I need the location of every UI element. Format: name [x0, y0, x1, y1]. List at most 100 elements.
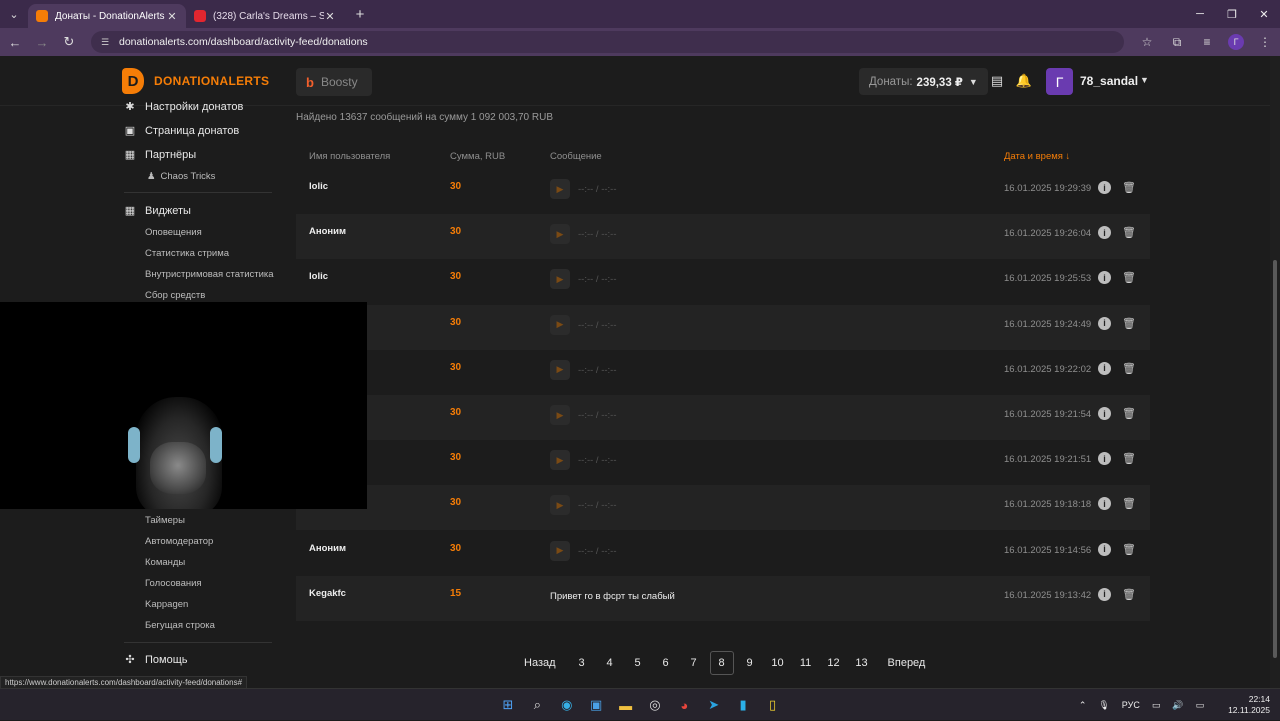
prev-page-button[interactable]: Назад — [514, 651, 566, 675]
sidebar-subitem-stream-stats[interactable]: Статистика стрима — [145, 248, 229, 259]
tab-search-icon[interactable]: ⌄ — [0, 0, 28, 28]
browser-menu-icon[interactable]: ⋮ — [1250, 30, 1280, 54]
close-tab-icon[interactable]: ✕ — [324, 10, 336, 23]
minimize-icon[interactable]: ─ — [1184, 0, 1216, 28]
back-icon[interactable]: ← — [3, 30, 27, 54]
page-button[interactable]: 5 — [626, 651, 650, 675]
username[interactable]: 78_sandal — [1080, 74, 1138, 88]
sidebar-item-partners[interactable]: ▦ Партнёры — [124, 148, 196, 162]
info-icon[interactable]: i — [1098, 587, 1111, 601]
sidebar-subitem-alerts[interactable]: Оповещения — [145, 227, 202, 238]
store-icon[interactable]: ▣ — [585, 695, 607, 715]
page-scrollbar[interactable] — [1270, 56, 1280, 688]
play-icon[interactable]: ▶ — [550, 359, 570, 380]
news-icon[interactable]: ▤ — [988, 72, 1006, 90]
trash-icon[interactable]: 🗑 — [1122, 543, 1136, 556]
tab-youtube[interactable]: (328) Carla's Dreams – Sub Pleli ✕ — [186, 4, 344, 28]
scrollbar-thumb[interactable] — [1273, 260, 1277, 658]
file-explorer-icon[interactable]: ▬ — [615, 695, 637, 715]
sidebar-subitem-chaos-tricks[interactable]: ♟ Chaos Tricks — [147, 171, 215, 182]
page-button[interactable]: 11 — [794, 651, 818, 675]
trash-icon[interactable]: 🗑 — [1122, 271, 1136, 284]
page-button[interactable]: 7 — [682, 651, 706, 675]
donations-balance[interactable]: Донаты: 239,33 ₽ ▼ — [859, 68, 988, 95]
extensions-icon[interactable]: ⧉ — [1162, 30, 1192, 54]
sidebar-item-widgets[interactable]: ▦ Виджеты — [124, 204, 191, 218]
trash-icon[interactable]: 🗑 — [1122, 226, 1136, 239]
sidebar-subitem-commands[interactable]: Команды — [145, 557, 185, 568]
user-avatar[interactable]: Г — [1046, 68, 1073, 95]
microphone-icon[interactable]: 🎙 — [1098, 700, 1109, 711]
play-icon[interactable]: ▶ — [550, 224, 570, 245]
user-menu-chevron-icon[interactable]: ▼ — [1140, 75, 1149, 85]
sidebar-item-donation-settings[interactable]: ✱ Настройки донатов — [124, 100, 243, 114]
profile-avatar[interactable]: Г — [1228, 34, 1244, 50]
info-icon[interactable]: i — [1098, 316, 1111, 330]
trash-icon[interactable]: 🗑 — [1122, 181, 1136, 194]
bookmark-star-icon[interactable]: ☆ — [1132, 30, 1162, 54]
play-icon[interactable]: ▶ — [550, 314, 570, 335]
play-icon[interactable]: ▶ — [550, 269, 570, 290]
play-icon[interactable]: ▶ — [550, 495, 570, 516]
page-button[interactable]: 8 — [709, 651, 734, 675]
play-icon[interactable]: ▶ — [550, 540, 570, 561]
sidebar-subitem-instream-stats[interactable]: Внутристримовая статистика — [145, 269, 274, 280]
obs-icon[interactable]: ◎ — [644, 695, 666, 715]
network-icon[interactable]: ▭ — [1152, 700, 1161, 711]
play-icon[interactable]: ▶ — [550, 405, 570, 425]
bell-icon[interactable]: 🔔 — [1015, 72, 1033, 90]
trash-icon[interactable]: 🗑 — [1122, 497, 1136, 510]
info-icon[interactable]: i — [1098, 226, 1111, 240]
sidebar-subitem-kappagen[interactable]: Kappagen — [145, 599, 188, 610]
page-button[interactable]: 10 — [766, 651, 790, 675]
sidebar-item-donation-page[interactable]: ▣ Страница донатов — [124, 124, 239, 138]
next-page-button[interactable]: Вперед — [878, 651, 936, 675]
pinned-app-icon[interactable]: ▯ — [762, 695, 784, 715]
column-header-user[interactable]: Имя пользователя — [309, 151, 390, 162]
play-icon[interactable]: ▶ — [550, 450, 570, 471]
tab-donationalerts[interactable]: Донаты - DonationAlerts ✕ — [28, 4, 186, 28]
page-button[interactable]: 3 — [570, 651, 594, 675]
app-icon[interactable]: ▮ — [732, 695, 754, 715]
url-field[interactable]: ☰ donationalerts.com/dashboard/activity-… — [91, 31, 1124, 53]
page-button[interactable]: 12 — [822, 651, 846, 675]
info-icon[interactable]: i — [1098, 452, 1111, 466]
windows-start-icon[interactable]: ⊞ — [497, 695, 519, 715]
page-button[interactable]: 4 — [598, 651, 622, 675]
battery-icon[interactable]: ▭ — [1196, 700, 1205, 711]
page-button[interactable]: 13 — [850, 651, 874, 675]
media-control-icon[interactable]: ≡ — [1192, 30, 1222, 54]
sidebar-subitem-timers[interactable]: Таймеры — [145, 515, 185, 526]
telegram-icon[interactable]: ➤ — [703, 695, 725, 715]
close-tab-icon[interactable]: ✕ — [166, 10, 178, 23]
search-icon[interactable]: ⌕ — [526, 695, 548, 715]
trash-icon[interactable]: 🗑 — [1122, 407, 1136, 420]
boosty-button[interactable]: b Boosty — [296, 68, 372, 96]
info-icon[interactable]: i — [1098, 407, 1111, 420]
play-icon[interactable]: ▶ — [550, 179, 570, 199]
page-button[interactable]: 9 — [738, 651, 762, 675]
column-header-sum[interactable]: Сумма, RUB — [450, 151, 505, 162]
sidebar-subitem-ticker[interactable]: Бегущая строка — [145, 620, 215, 631]
sidebar-subitem-fundraising[interactable]: Сбор средств — [145, 290, 205, 301]
reload-icon[interactable]: ↻ — [57, 30, 81, 54]
clock[interactable]: 22:14 12.11.2025 — [1216, 694, 1270, 716]
info-icon[interactable]: i — [1098, 497, 1111, 511]
site-info-icon[interactable]: ☰ — [101, 37, 111, 47]
edge-icon[interactable]: ◉ — [556, 695, 578, 715]
close-window-icon[interactable]: ✕ — [1248, 0, 1280, 28]
trash-icon[interactable]: 🗑 — [1122, 362, 1136, 375]
language-indicator[interactable]: РУС — [1122, 700, 1140, 710]
chevron-up-icon[interactable]: ⌃ — [1079, 700, 1087, 711]
info-icon[interactable]: i — [1098, 542, 1111, 556]
sidebar-subitem-polls[interactable]: Голосования — [145, 578, 202, 589]
sidebar-item-help[interactable]: ✣ Помощь — [124, 653, 187, 667]
info-icon[interactable]: i — [1098, 361, 1111, 375]
sidebar-subitem-automoderator[interactable]: Автомодератор — [145, 536, 213, 547]
restore-icon[interactable]: ❐ — [1216, 0, 1248, 28]
info-icon[interactable]: i — [1098, 271, 1111, 285]
chrome-icon[interactable]: ◕ — [673, 695, 695, 715]
new-tab-icon[interactable]: + — [348, 6, 372, 23]
logo[interactable]: D DONATIONALERTS — [122, 68, 269, 94]
trash-icon[interactable]: 🗑 — [1122, 317, 1136, 330]
